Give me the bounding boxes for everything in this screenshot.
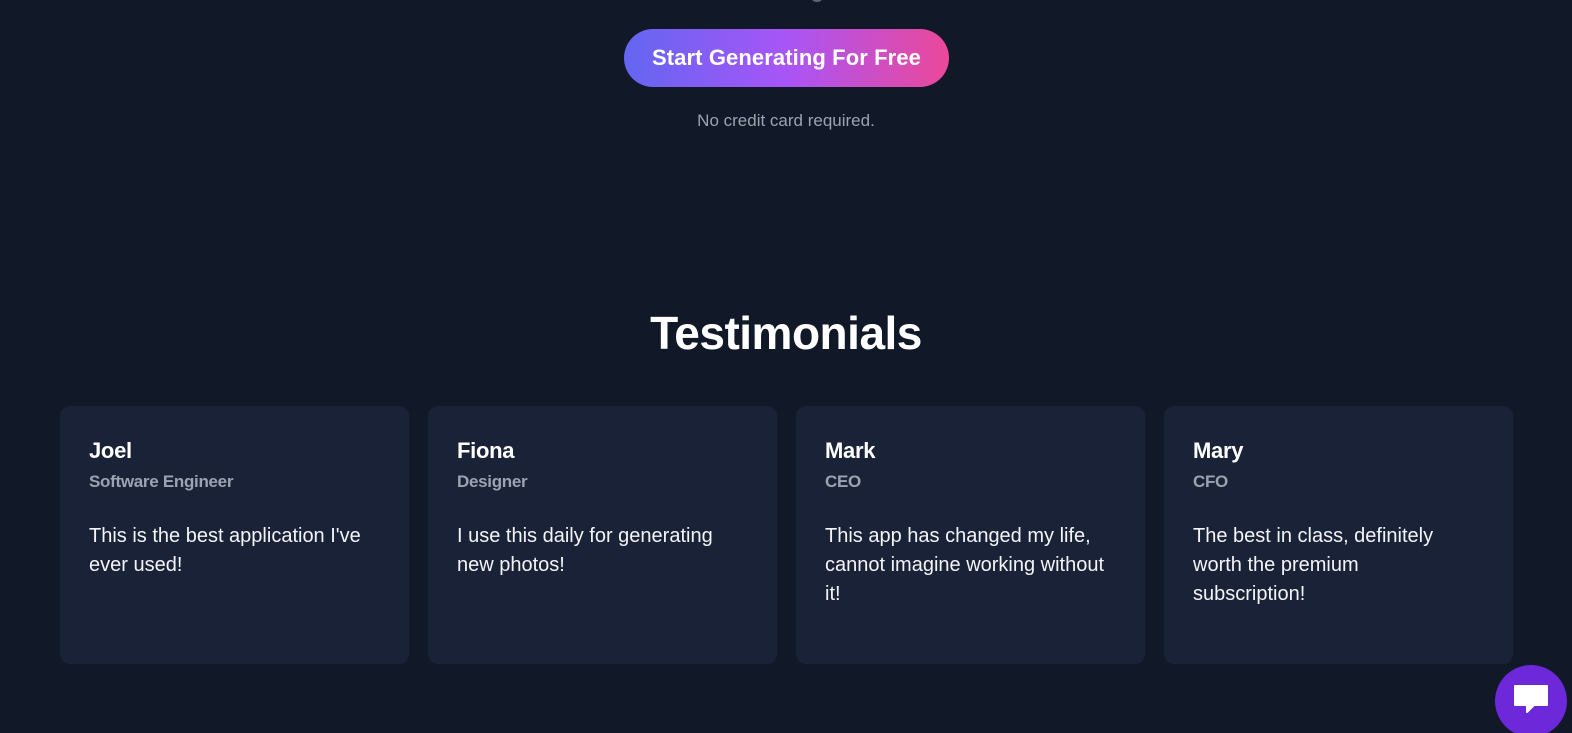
testimonial-role: CEO — [825, 472, 861, 491]
testimonial-card-joel: Joel Software Engineer This is the best … — [60, 406, 409, 664]
chat-widget-button[interactable] — [1495, 665, 1567, 733]
testimonial-name: Mary — [1193, 438, 1244, 463]
testimonial-quote: The best in class, definitely worth the … — [1193, 525, 1434, 605]
page: Start Generating For Free No credit card… — [0, 0, 1572, 733]
testimonial-quote: This is the best application I've ever u… — [89, 525, 361, 576]
testimonial-card-fiona: Fiona Designer I use this daily for gene… — [428, 406, 777, 664]
start-generating-button[interactable]: Start Generating For Free — [624, 29, 949, 87]
testimonial-role: Designer — [457, 472, 528, 491]
no-credit-card-note: No credit card required. — [697, 111, 875, 130]
testimonial-quote: I use this daily for generating new phot… — [457, 525, 713, 576]
testimonial-role: CFO — [1193, 472, 1228, 491]
testimonials-list: Joel Software Engineer This is the best … — [60, 406, 1513, 664]
testimonial-name: Fiona — [457, 438, 515, 463]
testimonial-name: Mark — [825, 438, 876, 463]
cut-off-text-fragment — [810, 0, 824, 2]
testimonial-card-mary: Mary CFO The best in class, definitely w… — [1164, 406, 1513, 664]
testimonial-role: Software Engineer — [89, 472, 234, 491]
testimonial-name: Joel — [89, 438, 132, 463]
testimonial-card-mark: Mark CEO This app has changed my life, c… — [796, 406, 1145, 664]
testimonials-heading: Testimonials — [650, 307, 922, 359]
chat-bubble-icon — [1512, 683, 1550, 715]
testimonial-quote: This app has changed my life, cannot ima… — [825, 525, 1105, 605]
